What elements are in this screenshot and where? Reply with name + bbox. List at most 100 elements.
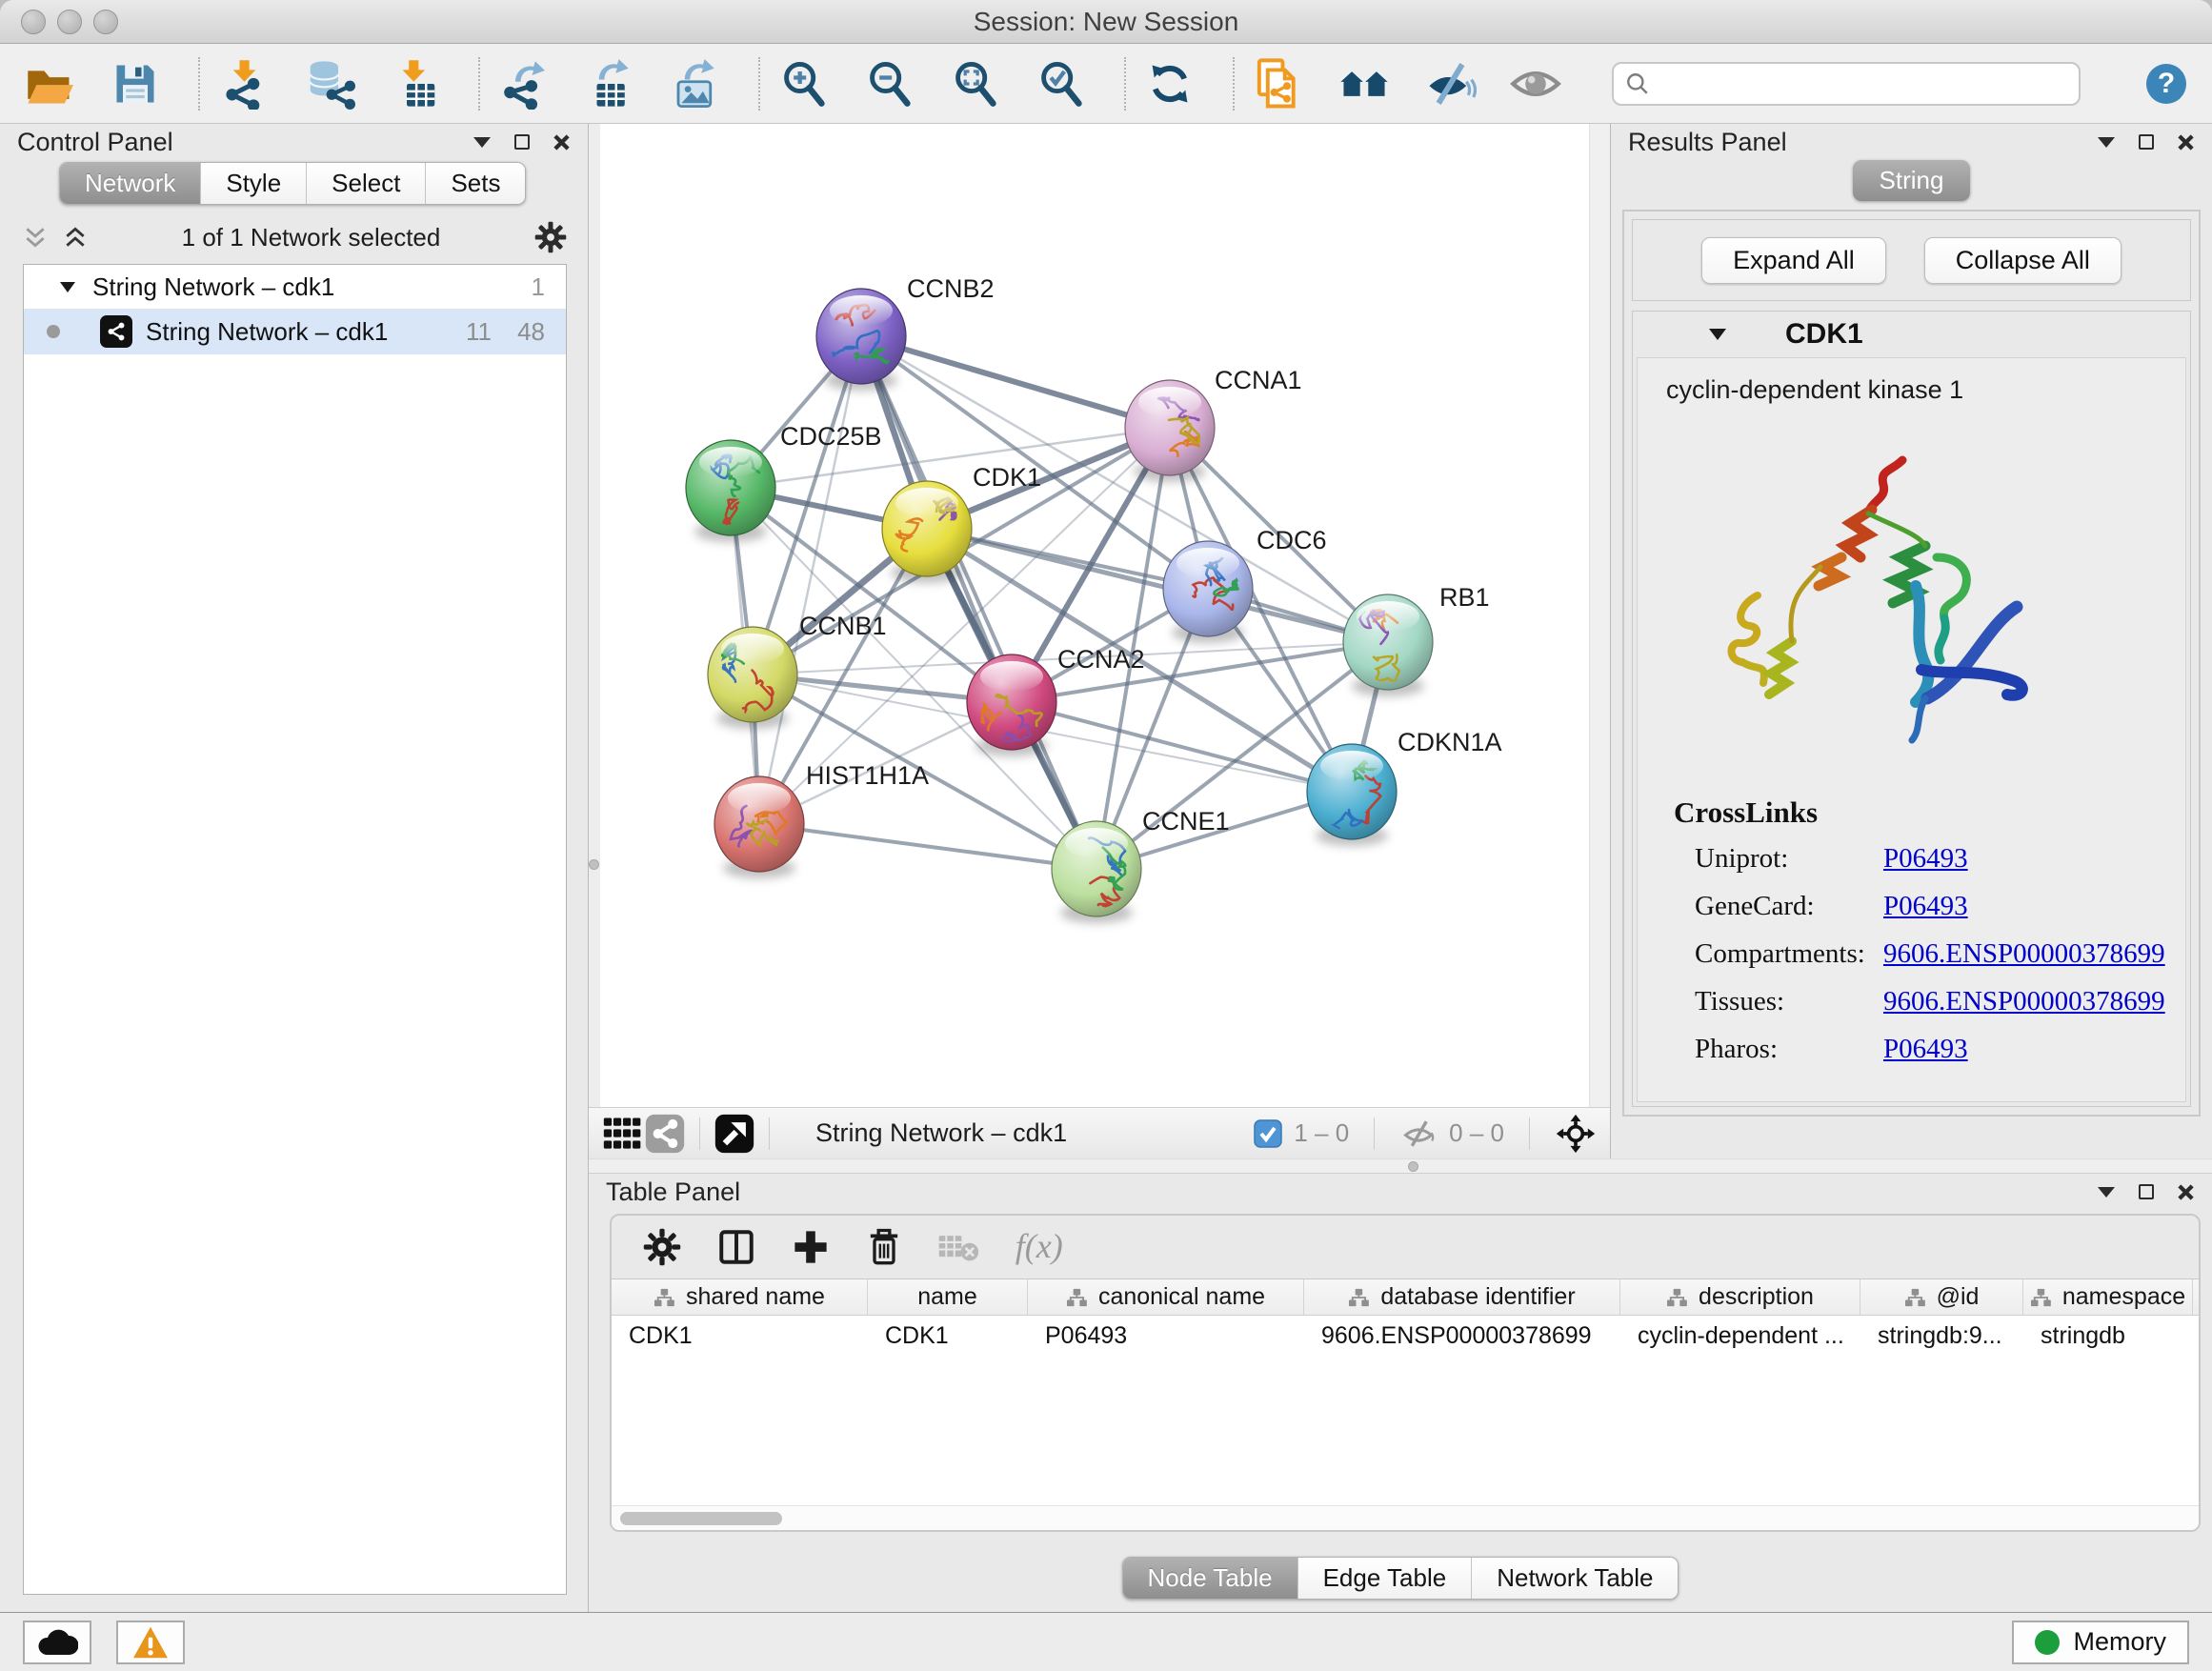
zoom-selected-button[interactable] — [1035, 56, 1088, 111]
window-close-button[interactable] — [21, 10, 46, 34]
cloud-status-button[interactable] — [23, 1621, 91, 1664]
node-result-header[interactable]: CDK1 — [1633, 312, 2190, 357]
network-node-CCNB1[interactable]: CCNB1 — [708, 612, 887, 729]
memory-button[interactable]: Memory — [2012, 1621, 2189, 1664]
network-node-CDC25B[interactable]: CDC25B — [686, 422, 882, 542]
trash-icon[interactable] — [865, 1227, 903, 1267]
search-input[interactable] — [1659, 69, 2067, 98]
network-node-RB1[interactable]: RB1 — [1343, 583, 1490, 696]
welcome-screen-button[interactable] — [1337, 56, 1391, 111]
import-network-from-database-button[interactable] — [303, 56, 356, 111]
refresh-button[interactable] — [1143, 56, 1196, 111]
table-cell[interactable]: cyclin-dependent ... — [1620, 1316, 1860, 1356]
help-button[interactable]: ? — [2143, 61, 2189, 107]
column-header-namespace[interactable]: namespace — [2023, 1279, 2193, 1315]
grid-mode-icon[interactable] — [602, 1113, 644, 1155]
birdseye-view-icon[interactable] — [714, 1113, 755, 1155]
show-hidden-button[interactable] — [1509, 56, 1562, 111]
export-network-button[interactable] — [497, 56, 551, 111]
network-edge[interactable] — [1012, 702, 1352, 792]
table-row[interactable]: CDK1CDK1P064939606.ENSP00000378699cyclin… — [612, 1316, 2199, 1356]
panel-menu-icon[interactable] — [473, 136, 492, 149]
import-table-button[interactable] — [389, 56, 442, 111]
column-header-shared-name[interactable]: shared name — [612, 1279, 868, 1315]
export-image-button[interactable] — [669, 56, 722, 111]
network-node-CDC6[interactable]: CDC6 — [1163, 526, 1327, 643]
table-cell[interactable]: stringdb — [2023, 1316, 2193, 1356]
crosslink-link[interactable]: 9606.ENSP00000378699 — [1883, 938, 2185, 970]
export-table-button[interactable] — [583, 56, 636, 111]
share-network-icon[interactable] — [644, 1113, 686, 1155]
hide-selected-button[interactable] — [1423, 56, 1477, 111]
column-header-description[interactable]: description — [1620, 1279, 1860, 1315]
network-node-HIST1H1A[interactable]: HIST1H1A — [714, 761, 929, 878]
column-header-database-identifier[interactable]: database identifier — [1304, 1279, 1620, 1315]
zoom-out-button[interactable] — [863, 56, 916, 111]
column-header-@id[interactable]: @id — [1860, 1279, 2023, 1315]
expand-all-button[interactable]: Expand All — [1701, 237, 1886, 284]
tab-node-table[interactable]: Node Table — [1123, 1558, 1298, 1599]
collapse-all-button[interactable]: Collapse All — [1924, 237, 2122, 284]
zoom-in-button[interactable] — [777, 56, 831, 111]
window-zoom-button[interactable] — [93, 10, 118, 34]
network-canvas[interactable]: CCNB2CCNA1CDC25BCDK1CDC6RB1CCNB1CCNA2CDK… — [600, 124, 1589, 1107]
expand-tree-icon[interactable] — [63, 225, 88, 250]
add-column-icon[interactable] — [791, 1227, 831, 1267]
center-view-icon[interactable] — [1555, 1113, 1597, 1155]
tab-select[interactable]: Select — [307, 163, 426, 204]
column-header-canonical-name[interactable]: canonical name — [1028, 1279, 1304, 1315]
network-node-CCNA1[interactable]: CCNA1 — [1125, 366, 1302, 482]
table-hscrollbar[interactable] — [612, 1505, 2199, 1530]
collapse-tree-icon[interactable] — [23, 225, 48, 250]
hidden-eye-icon[interactable] — [1399, 1117, 1438, 1151]
results-tab-string[interactable]: String — [1853, 160, 1971, 201]
tab-network-table[interactable]: Network Table — [1472, 1558, 1678, 1599]
horizontal-splitter[interactable] — [589, 1158, 2212, 1174]
duplicate-network-button[interactable] — [1252, 56, 1305, 111]
network-edge[interactable] — [759, 824, 1096, 869]
panel-float-icon[interactable] — [2139, 134, 2154, 150]
table-cell[interactable]: 9606.ENSP00000378699 — [1304, 1316, 1620, 1356]
delete-table-icon[interactable] — [937, 1230, 979, 1264]
crosslink-link[interactable]: P06493 — [1883, 891, 2185, 922]
column-header-name[interactable]: name — [868, 1279, 1028, 1315]
table-cell[interactable]: stringdb:9... — [1860, 1316, 2023, 1356]
network-collection-row[interactable]: String Network – cdk1 1 — [24, 265, 566, 309]
zoom-fit-button[interactable] — [949, 56, 1002, 111]
left-splitter[interactable] — [589, 124, 600, 1107]
disclosure-triangle-icon[interactable] — [1709, 329, 1726, 340]
table-cell[interactable]: CDK1 — [868, 1316, 1028, 1356]
table-cell[interactable]: P06493 — [1028, 1316, 1304, 1356]
open-session-button[interactable] — [23, 56, 76, 111]
network-row-selected[interactable]: String Network – cdk1 11 48 — [24, 309, 566, 354]
tab-style[interactable]: Style — [201, 163, 307, 204]
scrollbar-thumb[interactable] — [620, 1512, 782, 1525]
table-settings-gear-icon[interactable] — [642, 1227, 682, 1267]
network-edge[interactable] — [861, 336, 1170, 428]
toggle-columns-icon[interactable] — [716, 1227, 756, 1267]
tab-edge-table[interactable]: Edge Table — [1298, 1558, 1473, 1599]
panel-close-icon[interactable] — [2177, 1183, 2195, 1201]
disclosure-triangle-icon[interactable] — [60, 282, 75, 292]
panel-close-icon[interactable] — [553, 133, 571, 151]
panel-menu-icon[interactable] — [2097, 1186, 2116, 1198]
network-node-CDKN1A[interactable]: CDKN1A — [1307, 728, 1502, 846]
panel-close-icon[interactable] — [2177, 133, 2195, 151]
import-network-button[interactable] — [217, 56, 271, 111]
tab-network[interactable]: Network — [60, 163, 201, 204]
selected-checkbox-icon[interactable] — [1254, 1119, 1282, 1148]
window-minimize-button[interactable] — [57, 10, 82, 34]
panel-float-icon[interactable] — [2139, 1184, 2154, 1199]
table-cell[interactable]: CDK1 — [612, 1316, 868, 1356]
gear-icon[interactable] — [534, 221, 567, 253]
crosslink-link[interactable]: 9606.ENSP00000378699 — [1883, 986, 2185, 1017]
crosslink-link[interactable]: P06493 — [1883, 843, 2185, 875]
panel-menu-icon[interactable] — [2097, 136, 2116, 149]
warnings-button[interactable] — [116, 1621, 185, 1664]
crosslink-link[interactable]: P06493 — [1883, 1034, 2185, 1065]
save-session-button[interactable] — [109, 56, 162, 111]
network-node-CCNB2[interactable]: CCNB2 — [816, 274, 995, 391]
function-builder-icon[interactable]: f(x) — [1014, 1226, 1082, 1268]
tab-sets[interactable]: Sets — [426, 163, 525, 204]
right-splitter[interactable] — [1589, 124, 1610, 1107]
